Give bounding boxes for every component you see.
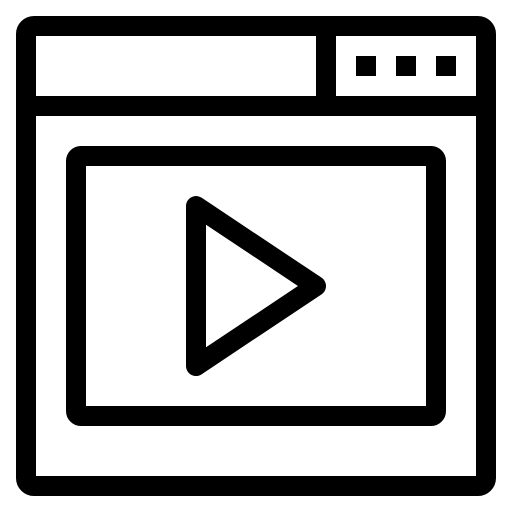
menu-dot [356,56,376,76]
browser-video-icon [16,16,496,496]
ellipsis-icon [356,56,456,76]
browser-video-icon-canvas [0,0,512,512]
menu-dot [396,56,416,76]
menu-dot [436,56,456,76]
